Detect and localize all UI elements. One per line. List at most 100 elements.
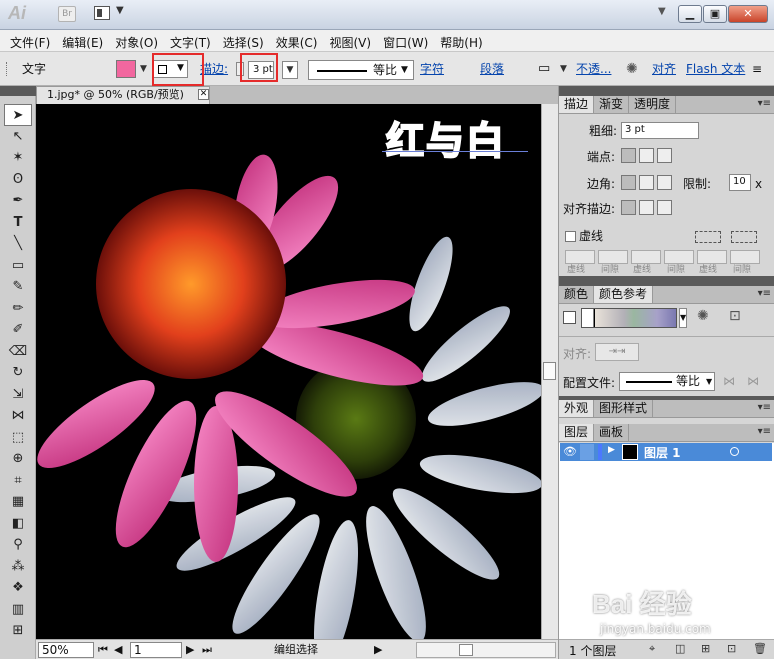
- menu-help[interactable]: 帮助(H): [434, 30, 488, 51]
- symbol-sprayer-tool-icon[interactable]: ❖: [4, 577, 32, 599]
- gap-field-1[interactable]: [598, 250, 628, 264]
- dash-align-icon[interactable]: [731, 231, 757, 243]
- expand-triangle-icon[interactable]: ▶: [608, 445, 615, 455]
- harmony-colors-strip[interactable]: [581, 308, 677, 328]
- chevron-down-icon[interactable]: ▼: [560, 52, 567, 86]
- chevron-down-icon[interactable]: ▼: [282, 61, 298, 79]
- menu-select[interactable]: 选择(S): [217, 30, 270, 51]
- menu-effect[interactable]: 效果(C): [270, 30, 324, 51]
- stroke-link[interactable]: 描边:: [200, 52, 228, 86]
- target-icon[interactable]: [730, 447, 739, 456]
- artboard-tool-icon[interactable]: ⊞: [4, 620, 32, 642]
- trash-icon[interactable]: 🗑: [753, 642, 767, 655]
- arrange-documents-icon[interactable]: [94, 6, 110, 20]
- gap-field-3[interactable]: [730, 250, 760, 264]
- bridge-button[interactable]: Br: [58, 6, 76, 22]
- flash-text-link[interactable]: Flash 文本: [686, 52, 745, 86]
- paragraph-link[interactable]: 段落: [480, 52, 504, 86]
- line-tool-icon[interactable]: ╲: [4, 233, 32, 255]
- document-tab[interactable]: 1.jpg* @ 50% (RGB/预览): [36, 86, 210, 104]
- menu-view[interactable]: 视图(V): [323, 30, 377, 51]
- status-menu-icon[interactable]: ▶: [374, 640, 382, 659]
- menu-window[interactable]: 窗口(W): [377, 30, 434, 51]
- butt-cap-icon[interactable]: [621, 148, 636, 163]
- menu-object[interactable]: 对象(O): [109, 30, 164, 51]
- scale-tool-icon[interactable]: ⇲: [4, 384, 32, 406]
- recolor-artwork-icon[interactable]: ✺: [697, 308, 709, 324]
- align-outside-icon[interactable]: [657, 200, 672, 215]
- tab-appearance[interactable]: 外观: [559, 400, 595, 417]
- align-inside-icon[interactable]: [639, 200, 654, 215]
- paintbrush-tool-icon[interactable]: ✎: [4, 276, 32, 298]
- pencil-tool-icon[interactable]: ✏: [4, 298, 32, 320]
- panel-menu-icon[interactable]: ▾≡: [758, 98, 771, 109]
- eyedropper-tool-icon[interactable]: ⚲: [4, 534, 32, 556]
- align-to-icon[interactable]: ⇥⇥: [595, 343, 639, 361]
- magic-wand-tool-icon[interactable]: ✶: [4, 147, 32, 169]
- selection-tool-icon[interactable]: ➤: [4, 104, 32, 126]
- character-link[interactable]: 字符: [420, 52, 444, 86]
- eye-icon[interactable]: 👁: [563, 445, 577, 458]
- miter-join-icon[interactable]: [621, 175, 636, 190]
- dash-field-1[interactable]: [565, 250, 595, 264]
- rectangle-tool-icon[interactable]: ▭: [4, 255, 32, 277]
- column-graph-tool-icon[interactable]: ▥: [4, 599, 32, 621]
- page-select[interactable]: 1: [130, 642, 182, 658]
- workspace-toggle-icon[interactable]: ▼: [658, 6, 666, 17]
- opacity-link[interactable]: 不透...: [576, 52, 611, 86]
- tab-color[interactable]: 颜色: [559, 286, 595, 303]
- align-center-icon[interactable]: [621, 200, 636, 215]
- flip-vertical-icon[interactable]: ⋈: [747, 374, 759, 388]
- gap-field-2[interactable]: [664, 250, 694, 264]
- chevron-down-icon[interactable]: ▼: [679, 308, 687, 328]
- lock-toggle[interactable]: [580, 444, 594, 460]
- tab-color-guide[interactable]: 颜色参考: [594, 286, 654, 303]
- bevel-join-icon[interactable]: [657, 175, 672, 190]
- menu-file[interactable]: 文件(F): [4, 30, 56, 51]
- clipping-mask-icon[interactable]: ◫: [675, 642, 685, 655]
- tab-gradient[interactable]: 渐变: [594, 96, 630, 113]
- chevron-down-icon[interactable]: ▼: [116, 5, 124, 16]
- dash-preserve-icon[interactable]: [695, 231, 721, 243]
- save-color-group-icon[interactable]: ⊡: [729, 308, 741, 324]
- limit-input[interactable]: 10: [729, 174, 751, 191]
- blob-brush-tool-icon[interactable]: ✐: [4, 319, 32, 341]
- shape-builder-tool-icon[interactable]: ⊕: [4, 448, 32, 470]
- minimize-button[interactable]: ▁: [678, 5, 702, 23]
- dash-checkbox[interactable]: [565, 231, 576, 242]
- square-cap-icon[interactable]: [657, 148, 672, 163]
- layer-row[interactable]: 👁 ▶ 图层 1: [560, 443, 772, 461]
- menu-type[interactable]: 文字(T): [164, 30, 217, 51]
- canvas-text[interactable]: 红与白: [385, 110, 506, 165]
- dash-field-3[interactable]: [697, 250, 727, 264]
- tab-artboards[interactable]: 画板: [594, 424, 630, 441]
- control-panel-menu-icon[interactable]: ≡: [752, 52, 762, 86]
- color-guide-base-swatch[interactable]: [563, 311, 576, 324]
- tab-graphic-styles[interactable]: 图形样式: [594, 400, 654, 417]
- brush-definition-icon[interactable]: ▭: [538, 52, 550, 86]
- fill-swatch[interactable]: [116, 60, 136, 78]
- recolor-icon[interactable]: ✺: [626, 52, 638, 86]
- blend-tool-icon[interactable]: ⁂: [4, 556, 32, 578]
- vertical-scroll-thumb[interactable]: [543, 362, 556, 380]
- panel-menu-icon[interactable]: ▾≡: [758, 426, 771, 437]
- lasso-tool-icon[interactable]: ʘ: [4, 169, 32, 191]
- tab-layers[interactable]: 图层: [559, 424, 595, 441]
- new-layer-icon[interactable]: ⊡: [727, 642, 736, 655]
- horizontal-scrollbar[interactable]: [416, 642, 556, 658]
- rotate-tool-icon[interactable]: ↻: [4, 362, 32, 384]
- free-transform-tool-icon[interactable]: ⬚: [4, 427, 32, 449]
- menu-edit[interactable]: 编辑(E): [56, 30, 109, 51]
- mesh-tool-icon[interactable]: ▦: [4, 491, 32, 513]
- dash-field-2[interactable]: [631, 250, 661, 264]
- chevron-down-icon[interactable]: ▼: [140, 52, 147, 86]
- tab-transparency[interactable]: 透明度: [629, 96, 677, 113]
- tab-stroke[interactable]: 描边: [559, 96, 595, 113]
- horizontal-scroll-thumb[interactable]: [459, 644, 473, 656]
- layer-name[interactable]: 图层 1: [644, 444, 681, 461]
- next-page-icon[interactable]: ▶: [186, 640, 194, 659]
- width-tool-icon[interactable]: ⋈: [4, 405, 32, 427]
- zoom-select[interactable]: 50%: [38, 642, 94, 658]
- profile-select[interactable]: 等比 ▼: [619, 372, 715, 391]
- close-button[interactable]: ✕: [728, 5, 768, 23]
